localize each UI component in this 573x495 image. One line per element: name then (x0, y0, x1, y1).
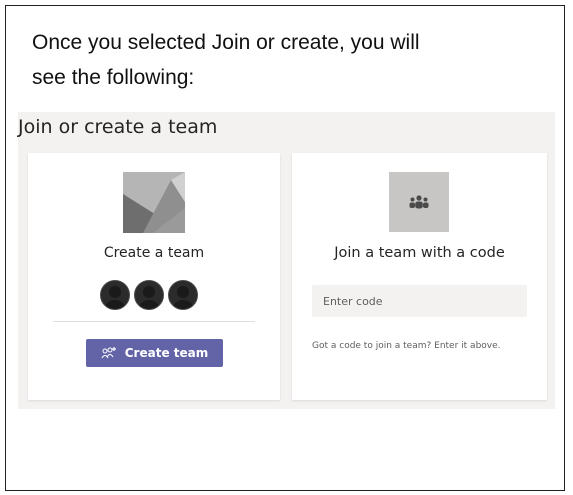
card-divider (53, 321, 255, 322)
create-team-button[interactable]: Create team (86, 339, 223, 367)
teams-people-icon (389, 172, 449, 232)
intro-line-2: see the following: (32, 66, 195, 89)
create-team-card[interactable]: Create a team Create team (28, 153, 280, 400)
add-people-icon (101, 347, 116, 359)
team-code-input[interactable] (312, 285, 527, 317)
join-team-card: Join a team with a code Got a code to jo… (292, 153, 547, 400)
join-or-create-panel: Join or create a team Create a team Crea… (18, 112, 555, 409)
avatar-group (100, 280, 198, 310)
create-team-title: Create a team (103, 245, 205, 261)
intro-line-1: Once you selected Join or create, you wi… (32, 31, 420, 54)
panel-title: Join or create a team (18, 116, 218, 138)
intro-text: Once you selected Join or create, you wi… (32, 25, 552, 95)
avatar (134, 280, 164, 310)
team-placeholder-image (123, 172, 185, 233)
avatar (100, 280, 130, 310)
join-code-hint: Got a code to join a team? Enter it abov… (312, 341, 501, 351)
join-team-title: Join a team with a code (334, 245, 505, 261)
avatar (168, 280, 198, 310)
create-team-button-label: Create team (124, 346, 209, 360)
